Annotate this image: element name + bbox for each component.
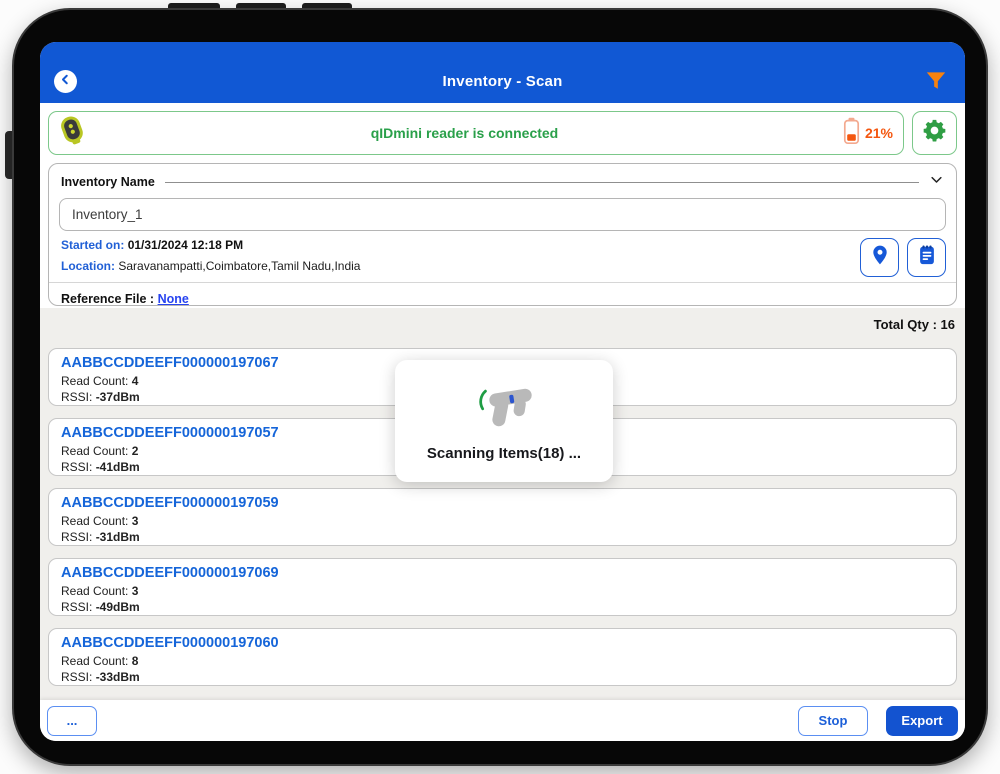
tag-list-item[interactable]: AABBCCDDEEFF000000197060 Read Count: 8 R… xyxy=(48,628,957,686)
tag-list-item[interactable]: AABBCCDDEEFF000000197059 Read Count: 3 R… xyxy=(48,488,957,546)
more-options-button[interactable]: ... xyxy=(47,706,97,736)
tag-id: AABBCCDDEEFF000000197060 xyxy=(61,634,944,653)
app-screen: Inventory - Scan xyxy=(40,42,965,741)
export-button[interactable]: Export xyxy=(886,706,958,736)
tag-rssi: RSSI: -49dBm xyxy=(61,599,944,615)
started-on-value: 01/31/2024 12:18 PM xyxy=(128,238,243,252)
footer-toolbar: ... Stop Export xyxy=(40,700,965,741)
inventory-meta-row: Started on: 01/31/2024 12:18 PM Location… xyxy=(49,231,956,280)
reader-status-row: qIDmini reader is connected 21% xyxy=(48,111,957,155)
started-on-label: Started on: xyxy=(61,238,124,252)
inventory-name-label: Inventory Name xyxy=(61,175,155,189)
total-qty: Total Qty : 16 xyxy=(40,308,965,332)
tag-id: AABBCCDDEEFF000000197059 xyxy=(61,494,944,513)
map-pin-icon xyxy=(869,244,891,271)
clipboard-icon xyxy=(916,244,938,271)
battery-low-icon xyxy=(843,117,860,150)
reference-file-label: Reference File : xyxy=(61,292,158,306)
chevron-down-icon[interactable] xyxy=(929,172,944,192)
location-label: Location: xyxy=(61,259,115,273)
stop-button[interactable]: Stop xyxy=(798,706,868,736)
location-button[interactable] xyxy=(860,238,899,277)
tag-rssi: RSSI: -31dBm xyxy=(61,529,944,545)
location-value: Saravanampatti,Coimbatore,Tamil Nadu,Ind… xyxy=(118,259,360,273)
reader-status-message: qIDmini reader is connected xyxy=(86,125,843,141)
funnel-icon xyxy=(923,81,949,98)
inventory-name-header[interactable]: Inventory Name xyxy=(49,164,956,192)
tag-list-item[interactable]: AABBCCDDEEFF000000197069 Read Count: 3 R… xyxy=(48,558,957,616)
tag-rssi: RSSI: -33dBm xyxy=(61,669,944,685)
started-on-line: Started on: 01/31/2024 12:18 PM xyxy=(61,238,860,252)
reader-settings-button[interactable] xyxy=(912,111,957,155)
tag-read-count: Read Count: 3 xyxy=(61,513,944,529)
back-button[interactable] xyxy=(54,70,77,93)
notes-button[interactable] xyxy=(907,238,946,277)
filter-button[interactable] xyxy=(923,68,949,94)
tag-id: AABBCCDDEEFF000000197069 xyxy=(61,564,944,583)
reference-file-line: Reference File : None xyxy=(49,283,956,306)
reference-file-link[interactable]: None xyxy=(158,292,189,306)
gear-icon xyxy=(922,118,947,148)
tag-read-count: Read Count: 8 xyxy=(61,653,944,669)
app-header: Inventory - Scan xyxy=(40,42,965,103)
inventory-name-input[interactable] xyxy=(59,198,946,231)
battery-percent: 21% xyxy=(865,125,893,141)
reader-status-box: qIDmini reader is connected 21% xyxy=(48,111,904,155)
tag-read-count: Read Count: 3 xyxy=(61,583,944,599)
screenshot-stage: Inventory - Scan xyxy=(0,0,1000,774)
reader-device-icon xyxy=(59,115,86,152)
legend-divider xyxy=(165,182,919,183)
page-title: Inventory - Scan xyxy=(443,73,563,90)
chevron-left-icon xyxy=(58,72,73,92)
inventory-info-card: Inventory Name Started on: 01/31/2024 12… xyxy=(48,163,957,306)
scanning-status-text: Scanning Items(18) ... xyxy=(427,445,581,462)
rfid-scanner-icon xyxy=(462,380,546,437)
location-line: Location: Saravanampatti,Coimbatore,Tami… xyxy=(61,259,860,273)
scanning-dialog: Scanning Items(18) ... xyxy=(395,360,613,482)
